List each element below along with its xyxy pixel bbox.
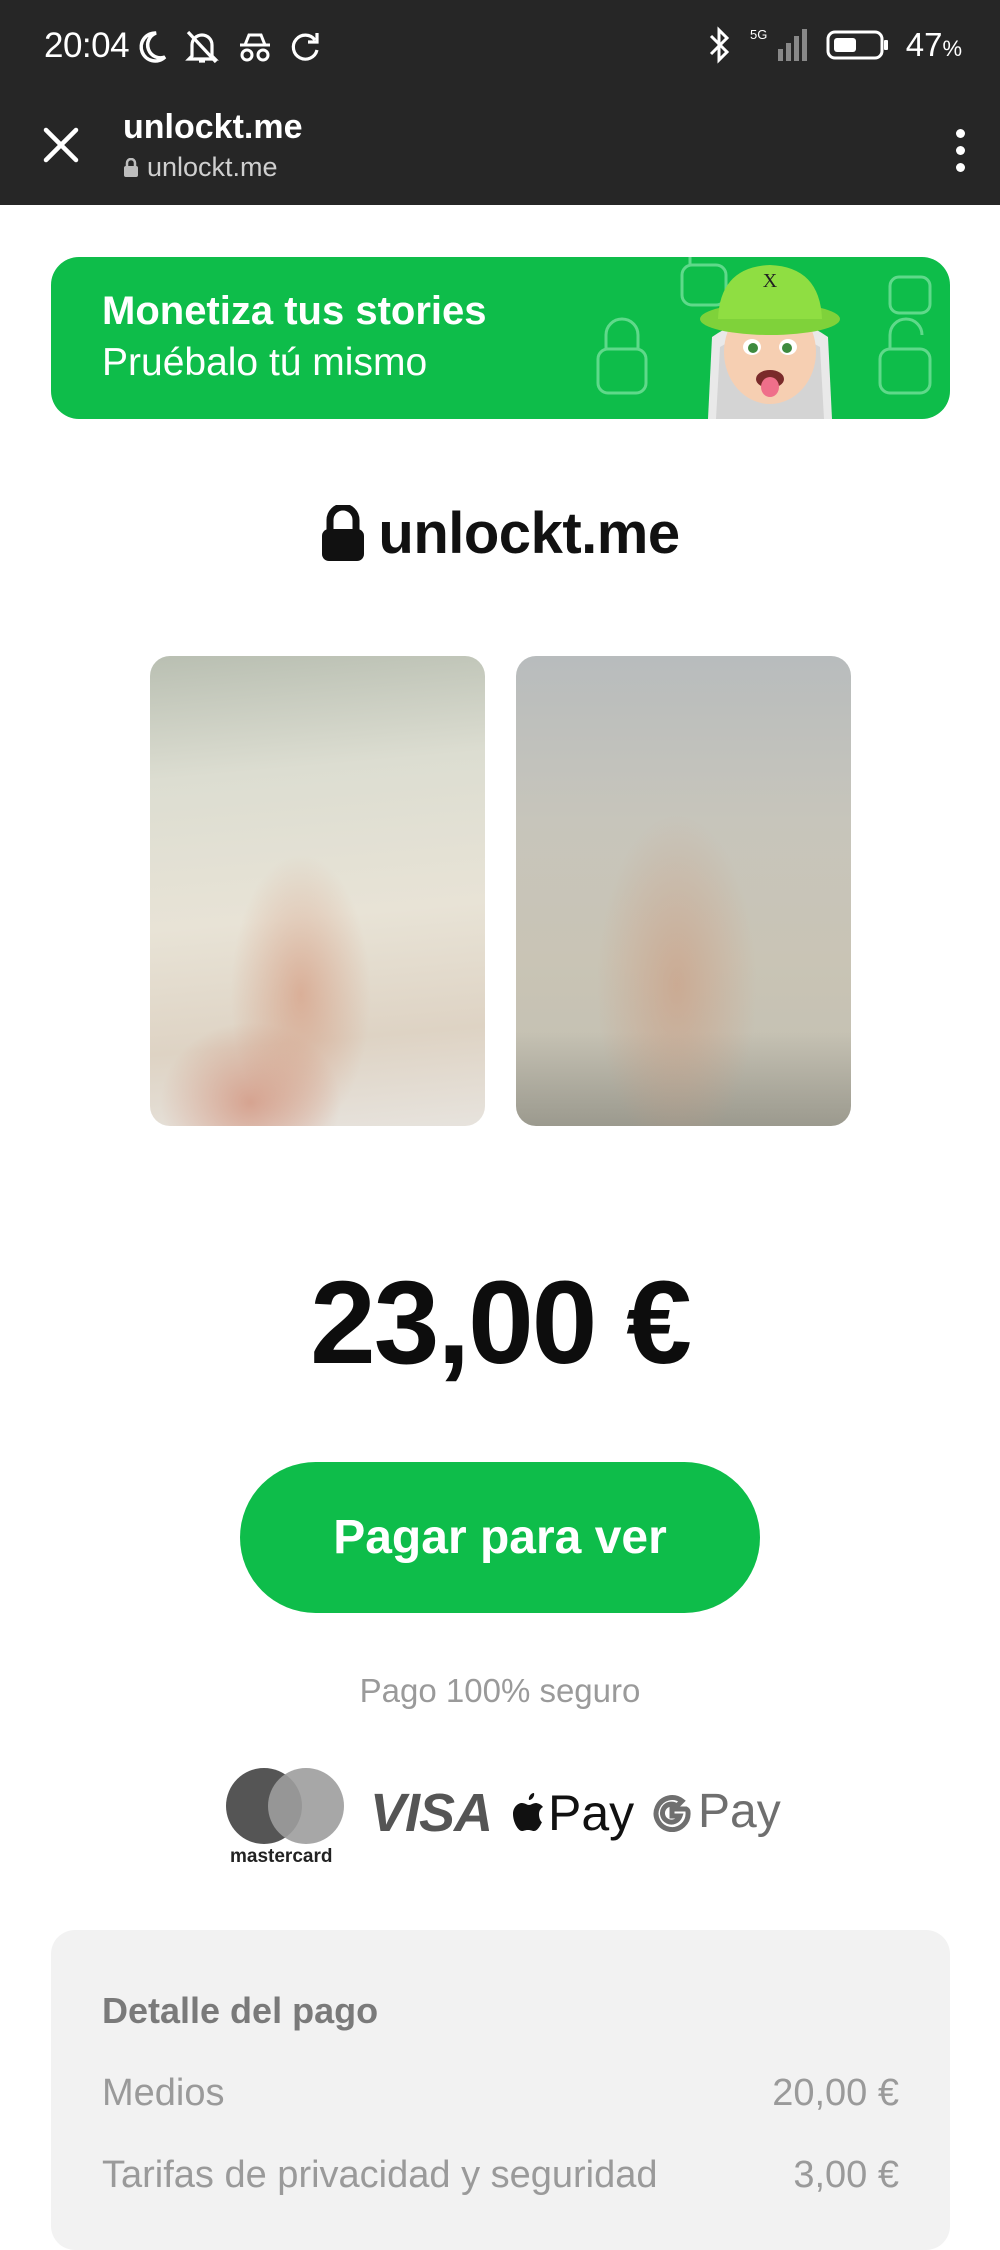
- mastercard-logo: mastercard: [224, 1768, 350, 1868]
- apple-icon: [513, 1793, 543, 1831]
- incognito-icon: [240, 33, 270, 62]
- battery-percent: 47: [905, 26, 943, 63]
- locked-media-preview-2[interactable]: [516, 656, 851, 1126]
- google-pay-logo: Pay: [652, 1784, 781, 1839]
- browser-url-text: unlockt.me: [147, 152, 278, 182]
- visa-logo: VISA: [370, 1783, 493, 1843]
- brand-header: unlockt.me: [0, 500, 1000, 567]
- moon-icon: [139, 31, 167, 63]
- google-g-icon: [653, 1794, 691, 1832]
- payment-details-title: Detalle del pago: [102, 1990, 379, 2031]
- price-amount: 23,00 €: [310, 1257, 692, 1389]
- status-left-icons: [134, 28, 322, 66]
- status-bar: 20:04 5G 47%: [0, 0, 1000, 100]
- lock-icon: [322, 504, 365, 561]
- banner-subline: Pruébalo tú mismo: [102, 341, 428, 384]
- payment-details-card: Detalle del pago Medios 20,00 € Tarifas …: [51, 1930, 950, 2250]
- svg-text:X: X: [763, 270, 778, 292]
- overflow-menu-button[interactable]: [942, 120, 978, 180]
- promo-banner[interactable]: Monetiza tus stories Pruébalo tú mismo X: [51, 257, 950, 419]
- details-row-label: Tarifas de privacidad y seguridad: [102, 2154, 658, 2196]
- close-icon: [43, 127, 79, 163]
- details-row-label: Medios: [102, 2072, 225, 2114]
- apple-pay-logo: Pay: [510, 1784, 634, 1842]
- banner-headline: Monetiza tus stories: [102, 289, 487, 333]
- browser-url[interactable]: unlockt.me: [123, 152, 278, 183]
- signal-icon: 5G: [750, 27, 807, 61]
- apple-pay-text: Pay: [548, 1785, 635, 1841]
- brand-name: unlockt.me: [378, 501, 680, 566]
- details-row-value: 20,00 €: [772, 2072, 899, 2114]
- battery-icon: [826, 30, 888, 60]
- status-right-icons: 5G 47%: [708, 26, 962, 64]
- secure-payment-note: Pago 100% seguro: [359, 1672, 641, 1709]
- google-pay-text: Pay: [698, 1785, 781, 1838]
- details-row: Medios 20,00 €: [102, 2072, 899, 2115]
- battery-level: 47%: [906, 26, 962, 64]
- details-row-value: 3,00 €: [793, 2154, 899, 2196]
- bluetooth-icon: [709, 26, 729, 64]
- close-button[interactable]: [36, 120, 86, 170]
- browser-toolbar: unlockt.me unlockt.me: [0, 100, 1000, 205]
- lock-small-icon: [124, 157, 138, 177]
- status-time: 20:04: [44, 26, 130, 65]
- battery-unit: %: [942, 36, 962, 61]
- network-type-label: 5G: [750, 27, 767, 42]
- locked-media-preview-1[interactable]: [150, 656, 485, 1126]
- banner-avatar-illustration: X: [596, 257, 932, 419]
- payment-methods: mastercard VISA Pay Pay: [224, 1768, 784, 1868]
- browser-page-title: unlockt.me: [123, 108, 303, 146]
- bell-off-icon: [185, 30, 219, 64]
- details-row: Tarifas de privacidad y seguridad 3,00 €: [102, 2154, 899, 2197]
- pay-to-view-button[interactable]: Pagar para ver: [240, 1462, 760, 1613]
- sync-icon: [291, 33, 319, 61]
- mastercard-wordmark: mastercard: [230, 1846, 333, 1867]
